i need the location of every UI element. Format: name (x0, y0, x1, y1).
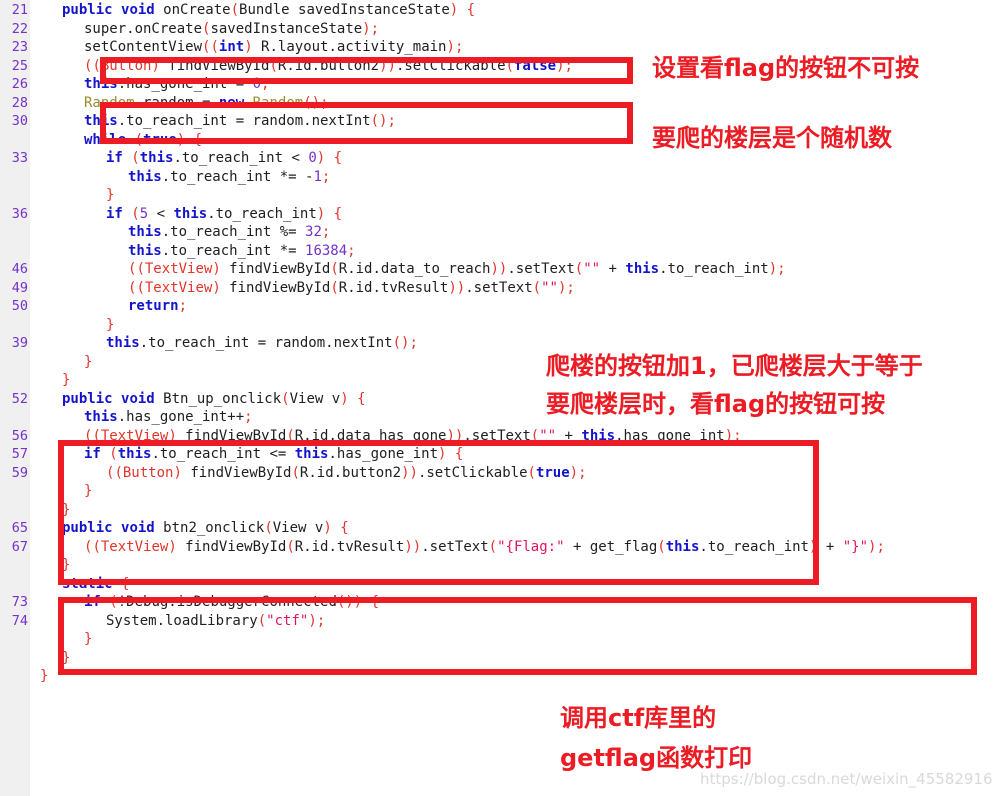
code-line: } (84, 353, 93, 370)
code-line: if (5 < this.to_reach_int) { (106, 205, 343, 222)
code-line: super.onCreate(savedInstanceState); (84, 20, 380, 37)
code-line: return; (128, 298, 188, 314)
code-line: this.to_reach_int %= 32; (128, 224, 331, 240)
annotation-note-3-line2: 要爬楼层时，看flag的按钮可按 (546, 390, 886, 418)
code-line: static { (62, 575, 130, 592)
code-line: ((TextView) findViewById(R.id.data_to_re… (128, 261, 786, 277)
code-line: if (this.to_reach_int <= this.has_gone_i… (84, 446, 464, 462)
code-line: ((TextView) findViewById(R.id.tvResult))… (128, 279, 575, 296)
code-line: } (62, 557, 71, 573)
code-line: setContentView((int) R.layout.activity_m… (84, 39, 464, 55)
code-line: ((Button) findViewById(R.id.button2)).se… (106, 464, 587, 481)
code-line: this.to_reach_int = random.nextInt(); (84, 113, 396, 129)
code-line: this.to_reach_int = random.nextInt(); (106, 335, 418, 351)
code-line: ((Button) findViewById(R.id.button2)).se… (84, 57, 573, 74)
code-line: public void onCreate(Bundle savedInstanc… (62, 2, 476, 18)
code-line: } (84, 631, 93, 647)
annotation-note-2: 要爬的楼层是个随机数 (652, 124, 892, 152)
code-line: System.loadLibrary("ctf"); (106, 612, 326, 629)
annotation-note-4-line1: 调用ctf库里的 (560, 704, 717, 732)
code-line: } (40, 668, 49, 684)
code-line: this.has_gone_int = 0; (84, 76, 270, 92)
code-line: ((TextView) findViewById(R.id.data_has_g… (84, 427, 742, 444)
code-line: this.to_reach_int *= -1; (128, 168, 331, 185)
watermark: https://blog.csdn.net/weixin_45582916 (700, 770, 993, 788)
code-line: this.to_reach_int *= 16384; (128, 242, 356, 259)
code-line: } (62, 372, 71, 388)
annotation-note-3-line1: 爬楼的按钮加1，已爬楼层大于等于 (546, 352, 923, 380)
code-line: while (true) { (84, 131, 203, 148)
code-line: if (this.to_reach_int < 0) { (106, 150, 343, 166)
code-screenshot: 21 22 23 25 26 28 30 33 36 46 49 50 39 52 56 57 59 65 67 73… (0, 0, 1000, 796)
code-line: } (62, 501, 71, 518)
code-line: } (62, 649, 71, 666)
code-line: public void btn2_onclick(View v) { (62, 520, 349, 536)
code-line: } (106, 316, 115, 333)
code-line: Random random = new Random(); (84, 94, 329, 111)
code-line: if (!Debug.isDebuggerConnected()) { (84, 594, 380, 610)
code-line: } (84, 483, 93, 499)
code-line: this.has_gone_int++; (84, 409, 253, 425)
code-line: public void Btn_up_onclick(View v) { (62, 390, 366, 407)
code-line: } (106, 187, 115, 203)
annotation-note-1: 设置看flag的按钮不可按 (652, 54, 920, 82)
code-line: ((TextView) findViewById(R.id.tvResult))… (84, 538, 885, 555)
